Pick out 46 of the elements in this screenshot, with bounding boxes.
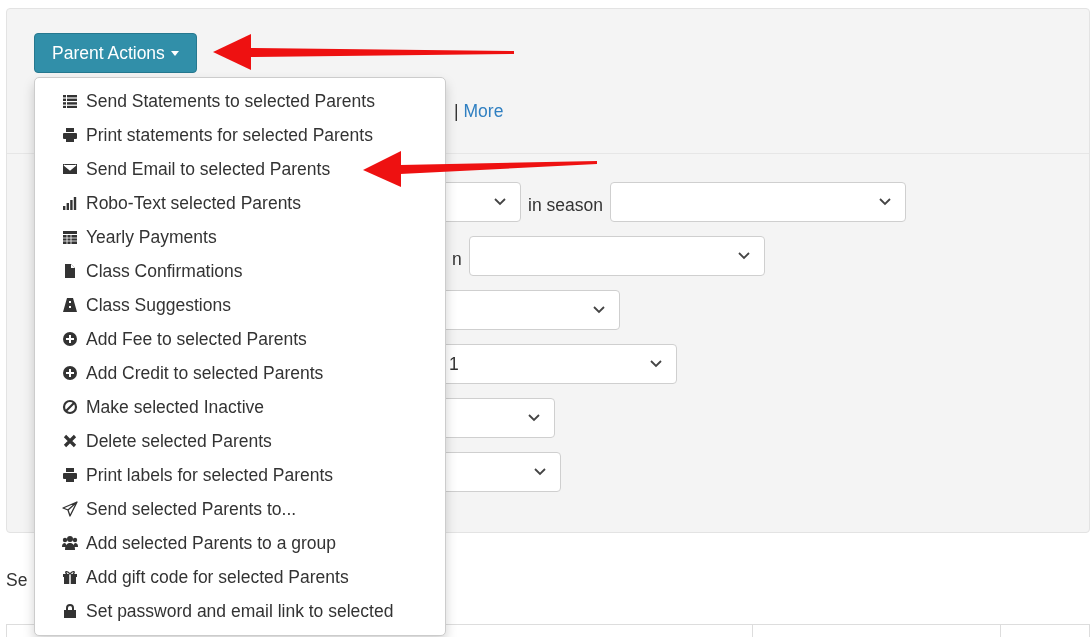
chevron-down-icon [650, 360, 662, 368]
menu-item[interactable]: Robo-Text selected Parents [35, 186, 445, 220]
calendar-icon [62, 229, 78, 245]
chevron-down-icon [878, 198, 891, 206]
chevron-down-icon [528, 414, 540, 422]
select-field[interactable] [609, 182, 906, 222]
chevron-down-icon [593, 306, 605, 314]
close-icon [62, 433, 78, 449]
menu-item[interactable]: Add gift code for selected Parents [35, 560, 445, 594]
menu-item[interactable]: Set password and email link to selected [35, 594, 445, 628]
more-link[interactable]: More [463, 101, 504, 121]
menu-item[interactable]: Class Confirmations [35, 254, 445, 288]
road-icon [62, 297, 78, 313]
chevron-down-icon [534, 468, 546, 476]
chevron-down-icon [494, 198, 506, 206]
menu-item[interactable]: Print labels for selected Parents [35, 458, 445, 492]
menu-item[interactable]: Yearly Payments [35, 220, 445, 254]
menu-item[interactable]: Send Statements to selected Parents [35, 84, 445, 118]
menu-item[interactable]: Make selected Inactive [35, 390, 445, 424]
paper-plane-icon [62, 501, 78, 517]
select-field[interactable] [468, 236, 765, 276]
menu-item[interactable]: Print statements for selected Parents [35, 118, 445, 152]
menu-item[interactable]: Class Suggestions [35, 288, 445, 322]
separator: | [454, 101, 459, 121]
ban-icon [62, 399, 78, 415]
chevron-down-icon [737, 252, 750, 260]
lock-icon [62, 603, 78, 619]
plus-circle-icon [62, 331, 78, 347]
menu-item[interactable]: Send selected Parents to... [35, 492, 445, 526]
search-label: Se [6, 570, 28, 590]
parent-actions-button[interactable]: Parent Actions [34, 33, 197, 73]
file-icon [62, 263, 78, 279]
plus-circle-icon [62, 365, 78, 381]
field-label: n [452, 247, 462, 271]
list-icon [62, 93, 78, 109]
caret-icon [170, 50, 179, 56]
signal-bars-icon [62, 195, 78, 211]
people-icon [62, 535, 78, 551]
menu-item[interactable]: Send Email to selected Parents [35, 152, 445, 186]
menu-item[interactable]: Add selected Parents to a group [35, 526, 445, 560]
envelope-icon [62, 161, 78, 177]
printer-icon [62, 127, 78, 143]
gift-icon [62, 569, 78, 585]
menu-item[interactable]: Delete selected Parents [35, 424, 445, 458]
printer-icon [62, 467, 78, 483]
field-label: in season [528, 193, 603, 217]
